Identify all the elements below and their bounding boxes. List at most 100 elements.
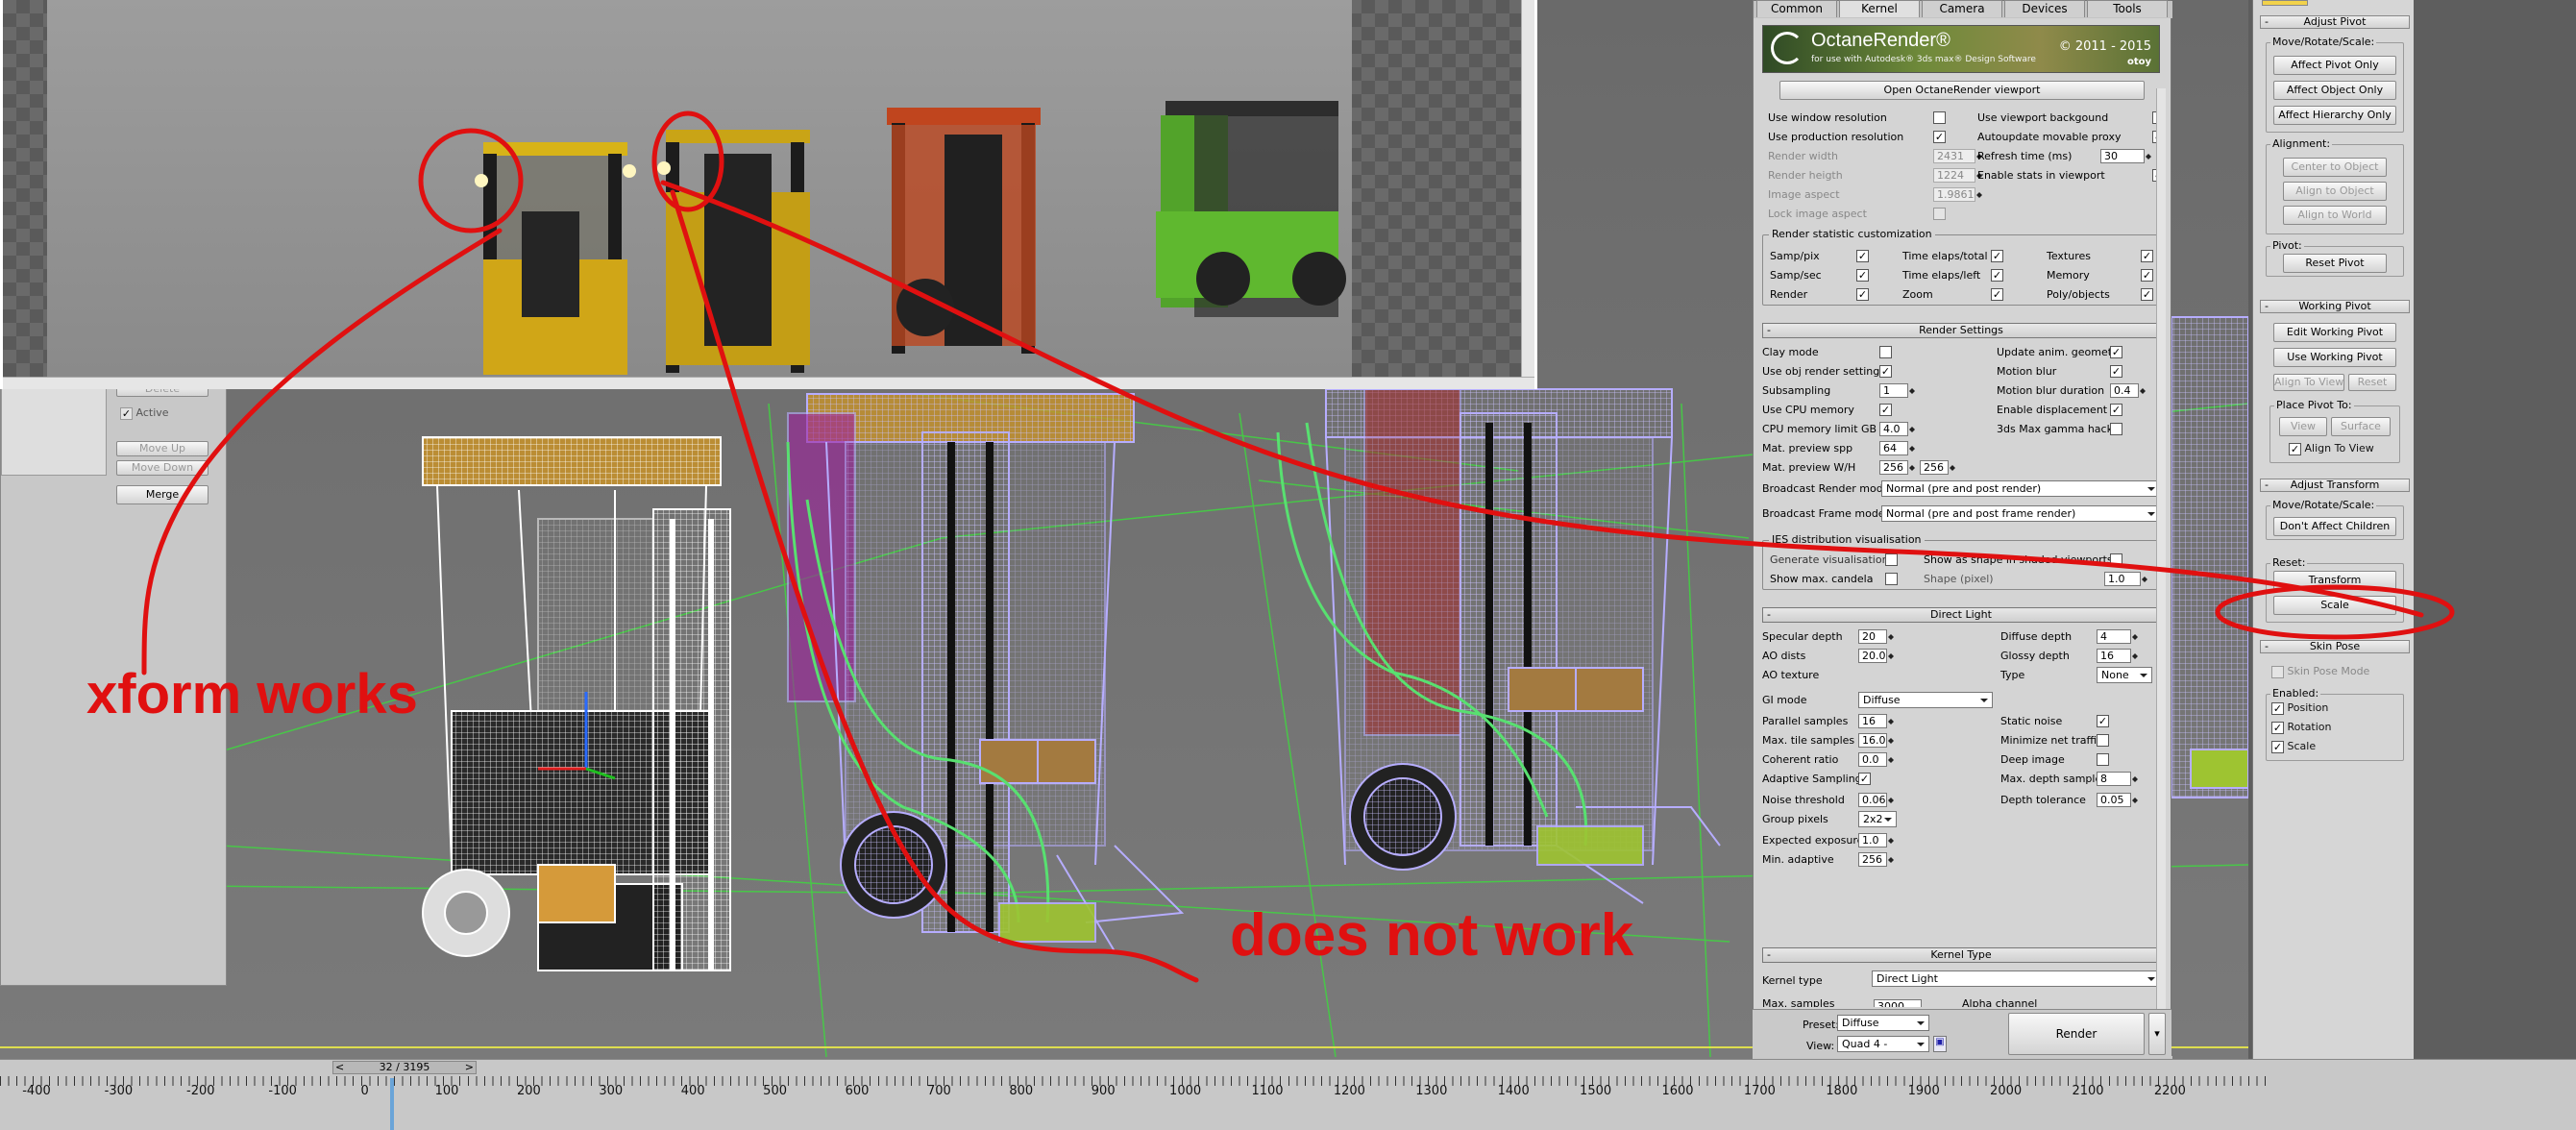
mat-preview-w-h-spinner-arrows-icon[interactable]: [1908, 460, 1916, 475]
align-to-view-checkbox[interactable]: ✓ Align To View: [2289, 442, 2374, 455]
working-pivot-header[interactable]: - Working Pivot: [2260, 300, 2410, 313]
clay-mode-checkbox[interactable]: [1879, 346, 1892, 358]
tab-tools[interactable]: Tools: [2087, 0, 2168, 17]
time-slider[interactable]: < 32 / 3195 >: [332, 1061, 477, 1074]
max-samples-input[interactable]: 3000: [1874, 999, 1922, 1007]
depth-tolerance-spinner-arrows-icon[interactable]: [2131, 793, 2139, 807]
image-aspect-spinner-arrows-icon[interactable]: [1975, 187, 1983, 202]
center-to-object-button[interactable]: Center to Object: [2283, 158, 2387, 177]
position-checkbox[interactable]: ✓ Position: [2271, 701, 2328, 715]
noise-threshold-spinner[interactable]: 0.06: [1858, 793, 1887, 807]
open-octane-viewport-button[interactable]: Open OctaneRender viewport: [1779, 81, 2145, 100]
glossy-depth-spinner[interactable]: 16: [2097, 649, 2131, 663]
edit-working-pivot-button[interactable]: Edit Working Pivot: [2273, 323, 2396, 342]
time-slider-next-icon[interactable]: >: [465, 1062, 474, 1073]
mat-preview-spp-spinner[interactable]: 64: [1879, 441, 1908, 455]
minimize-net-traffic-checkbox[interactable]: [2097, 734, 2109, 747]
max-tile-samples-spinner[interactable]: 16.0: [1858, 733, 1887, 748]
direct-light-header[interactable]: - Direct Light: [1762, 607, 2160, 623]
use-obj-render-settings-checkbox[interactable]: ✓: [1879, 365, 1892, 378]
tab-camera[interactable]: Camera: [1922, 0, 2002, 17]
time-slider-prev-icon[interactable]: <: [335, 1062, 344, 1073]
place-surface-button[interactable]: Surface: [2331, 417, 2391, 436]
show-max-candela-checkbox[interactable]: [1885, 573, 1898, 585]
expected-exposure-spinner[interactable]: 1.0: [1858, 833, 1887, 848]
gi-mode-dropdown[interactable]: Diffuse: [1858, 692, 1993, 708]
tab-devices[interactable]: Devices: [2004, 0, 2085, 17]
max-depth-samples-spinner[interactable]: 8: [2097, 772, 2131, 786]
refresh-time-ms-spinner[interactable]: 30: [2100, 149, 2145, 163]
generate-visualisation-checkbox[interactable]: [1885, 553, 1898, 566]
parallel-samples-spinner-arrows-icon[interactable]: [1887, 714, 1895, 728]
mat-preview-w-h-spinner[interactable]: 256: [1879, 460, 1908, 475]
mat-preview-w-h-spinner-2[interactable]: 256: [1920, 460, 1949, 475]
motion-blur-checkbox[interactable]: ✓: [2110, 365, 2122, 378]
image-aspect-spinner[interactable]: 1.9861: [1933, 187, 1975, 202]
tab-kernel[interactable]: Kernel: [1839, 0, 1920, 17]
depth-tolerance-spinner[interactable]: 0.05: [2097, 793, 2131, 807]
max-tile-samples-spinner-arrows-icon[interactable]: [1887, 733, 1895, 748]
time-elaps-left-checkbox[interactable]: ✓: [1991, 269, 2003, 282]
use-production-resolution-checkbox[interactable]: ✓: [1933, 131, 1946, 143]
place-view-button[interactable]: View: [2279, 417, 2327, 436]
diffuse-depth-spinner-arrows-icon[interactable]: [2131, 629, 2139, 644]
cpu-memory-limit-gb-spinner-arrows-icon[interactable]: [1908, 422, 1916, 436]
render-options-dropdown[interactable]: ▾: [2148, 1013, 2166, 1055]
list-box[interactable]: [1, 381, 107, 476]
ao-dists-spinner[interactable]: 20.0: [1858, 649, 1887, 663]
show-as-shape-checkbox[interactable]: [2110, 553, 2122, 566]
lock-image-aspect-checkbox[interactable]: [1933, 208, 1946, 220]
active-checkbox[interactable]: ✓ Active: [120, 406, 169, 420]
use-working-pivot-button[interactable]: Use Working Pivot: [2273, 348, 2396, 367]
poly-objects-checkbox[interactable]: ✓: [2141, 288, 2153, 301]
preview-vertical-scrollbar[interactable]: [1521, 0, 1534, 377]
merge-button[interactable]: Merge: [116, 485, 209, 504]
shape-pixel-arrows-icon[interactable]: [2141, 572, 2148, 586]
type-dropdown[interactable]: None: [2097, 667, 2152, 683]
working-pivot-reset-button[interactable]: Reset: [2348, 374, 2396, 391]
align-to-world-button[interactable]: Align to World: [2283, 206, 2387, 225]
glossy-depth-spinner-arrows-icon[interactable]: [2131, 649, 2139, 663]
preset-dropdown[interactable]: Diffuse: [1837, 1015, 1929, 1031]
3ds-max-gamma-hack-checkbox[interactable]: [2110, 423, 2122, 435]
affect-hierarchy-only-button[interactable]: Affect Hierarchy Only: [2273, 106, 2396, 125]
memory-checkbox[interactable]: ✓: [2141, 269, 2153, 282]
refresh-time-ms-spinner-arrows-icon[interactable]: [2145, 149, 2152, 163]
adaptive-sampling-checkbox[interactable]: ✓: [1858, 773, 1871, 785]
update-anim-geometry-checkbox[interactable]: ✓: [2110, 346, 2122, 358]
render-preview-window[interactable]: [0, 0, 1537, 389]
samp-pix-checkbox[interactable]: ✓: [1856, 250, 1869, 262]
coherent-ratio-spinner-arrows-icon[interactable]: [1887, 752, 1895, 767]
skin-pose-header[interactable]: - Skin Pose: [2260, 640, 2410, 653]
group-pixels-dropdown[interactable]: 2x2: [1858, 811, 1897, 827]
textures-checkbox[interactable]: ✓: [2141, 250, 2153, 262]
mat-preview-spp-spinner-arrows-icon[interactable]: [1908, 441, 1916, 455]
skin-pose-mode-checkbox[interactable]: Skin Pose Mode: [2271, 665, 2369, 678]
broadcast-render-mode-dropdown[interactable]: Normal (pre and post render): [1881, 480, 2160, 497]
shape-pixel-spinner[interactable]: 1.0: [2104, 572, 2141, 586]
subsampling-spinner-arrows-icon[interactable]: [1908, 383, 1916, 398]
samp-sec-checkbox[interactable]: ✓: [1856, 269, 1869, 282]
tab-common[interactable]: Common: [1756, 0, 1837, 17]
preview-horizontal-scrollbar[interactable]: [3, 377, 1534, 389]
rotation-checkbox[interactable]: ✓ Rotation: [2271, 721, 2332, 734]
cpu-memory-limit-gb-spinner[interactable]: 4.0: [1879, 422, 1908, 436]
affect-pivot-only-button[interactable]: Affect Pivot Only: [2273, 56, 2396, 75]
adjust-transform-header[interactable]: - Adjust Transform: [2260, 479, 2410, 492]
deep-image-checkbox[interactable]: [2097, 753, 2109, 766]
scale-checkbox[interactable]: ✓ Scale: [2271, 740, 2316, 753]
render-width-spinner[interactable]: 2431: [1933, 149, 1975, 163]
lock-icon[interactable]: ▣: [1933, 1036, 1947, 1052]
reset-scale-button[interactable]: Scale: [2273, 596, 2396, 615]
motion-blur-duration-spinner-arrows-icon[interactable]: [2139, 383, 2147, 398]
subsampling-spinner[interactable]: 1: [1879, 383, 1908, 398]
align-to-view-button[interactable]: Align To View: [2273, 374, 2344, 391]
parallel-samples-spinner[interactable]: 16: [1858, 714, 1887, 728]
motion-blur-duration-spinner[interactable]: 0.4: [2110, 383, 2139, 398]
reset-transform-button[interactable]: Transform: [2273, 571, 2396, 590]
affect-object-only-button[interactable]: Affect Object Only: [2273, 81, 2396, 100]
specular-depth-spinner-arrows-icon[interactable]: [1887, 629, 1895, 644]
move-down-button[interactable]: Move Down: [116, 460, 209, 476]
mat-preview-w-h-spinner-2-arrows-icon[interactable]: [1949, 460, 1956, 475]
align-to-object-button[interactable]: Align to Object: [2283, 182, 2387, 201]
